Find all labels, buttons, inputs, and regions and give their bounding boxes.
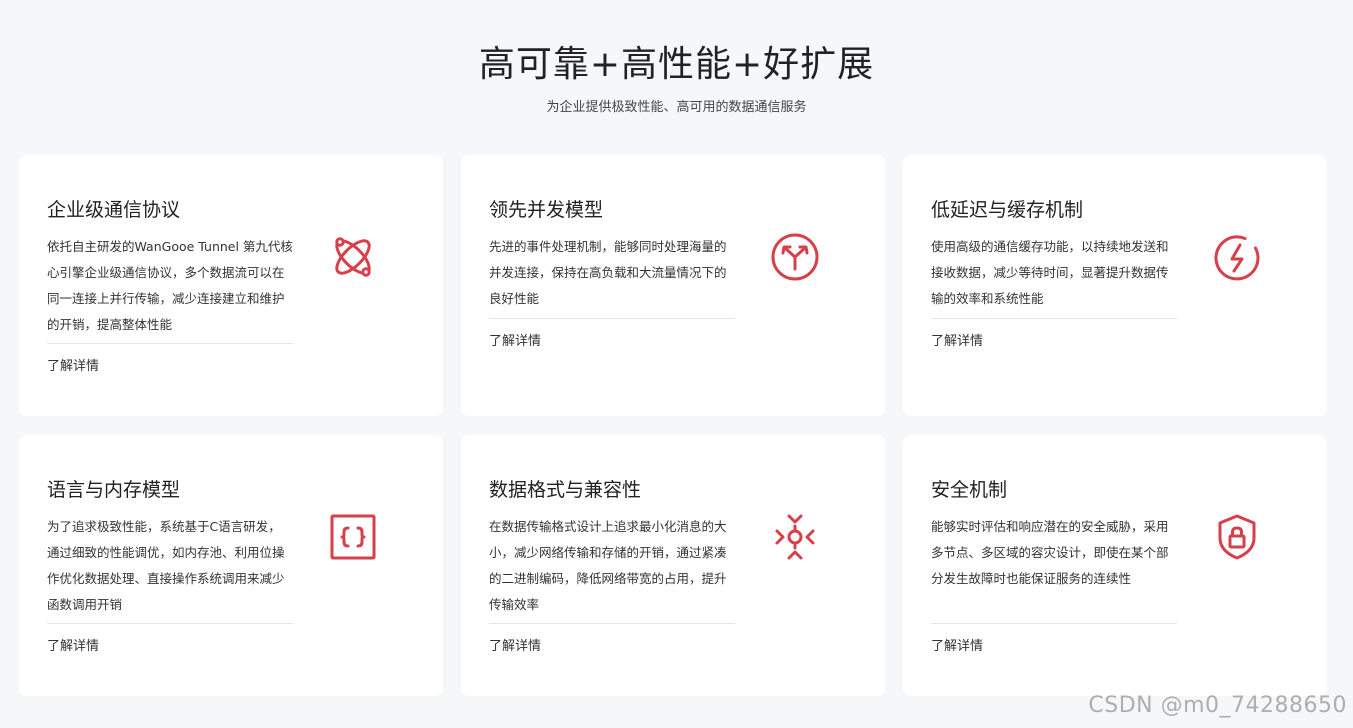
feature-card-protocol: 企业级通信协议 依托自主研发的WanGooe Tunnel 第九代核心引擎企业级…: [19, 155, 443, 416]
feature-card-concurrency: 领先并发模型 先进的事件处理机制，能够同时处理海量的并发连接，保持在高负载和大流…: [461, 155, 885, 416]
card-divider: [931, 318, 1177, 319]
csdn-watermark: CSDN @m0_74288650: [1088, 693, 1347, 718]
feature-card-language-memory: 语言与内存模型 为了追求极致性能，系统基于C语言研发，通过细致的性能调优，如内存…: [19, 435, 443, 696]
card-description: 使用高级的通信缓存功能，以持续地发送和接收数据，减少等待时间，显著提升数据传输的…: [931, 239, 1169, 306]
atom-icon: [327, 231, 379, 283]
learn-more-link[interactable]: 了解详情: [47, 357, 99, 377]
card-title: 低延迟与缓存机制: [931, 199, 1084, 221]
split-arrows-icon: [769, 231, 821, 283]
page-subtitle: 为企业提供极致性能、高可用的数据通信服务: [546, 100, 807, 115]
learn-more-link[interactable]: 了解详情: [489, 637, 541, 657]
card-description: 先进的事件处理机制，能够同时处理海量的并发连接，保持在高负载和大流量情况下的良好…: [489, 239, 727, 306]
lightning-icon: [1211, 231, 1263, 283]
shield-lock-icon: [1211, 511, 1263, 563]
card-description: 依托自主研发的WanGooe Tunnel 第九代核心引擎企业级通信协议，多个数…: [47, 239, 293, 332]
card-divider: [931, 623, 1177, 624]
card-title: 企业级通信协议: [47, 199, 181, 221]
card-title: 安全机制: [931, 479, 1008, 501]
feature-card-latency: 低延迟与缓存机制 使用高级的通信缓存功能，以持续地发送和接收数据，减少等待时间，…: [903, 155, 1327, 416]
card-title: 语言与内存模型: [47, 479, 181, 501]
card-divider: [489, 318, 735, 319]
card-divider: [47, 623, 293, 624]
code-braces-icon: [327, 511, 379, 563]
feature-card-security: 安全机制 能够实时评估和响应潜在的安全威胁，采用多节点、多区域的容灾设计，即使在…: [903, 435, 1327, 696]
feature-card-data-format: 数据格式与兼容性 在数据传输格式设计上追求最小化消息的大小，减少网络传输和存储的…: [461, 435, 885, 696]
learn-more-link[interactable]: 了解详情: [931, 332, 983, 352]
card-description: 在数据传输格式设计上追求最小化消息的大小，减少网络传输和存储的开销，通过紧凑的二…: [489, 519, 727, 612]
learn-more-link[interactable]: 了解详情: [489, 332, 541, 352]
card-divider: [47, 343, 293, 344]
card-description: 能够实时评估和响应潜在的安全威胁，采用多节点、多区域的容灾设计，即使在某个部分发…: [931, 519, 1169, 586]
card-title: 数据格式与兼容性: [489, 479, 642, 501]
card-description: 为了追求极致性能，系统基于C语言研发，通过细致的性能调优，如内存池、利用位操作优…: [47, 519, 285, 612]
page-title: 高可靠+高性能+好扩展: [478, 44, 875, 85]
card-divider: [489, 623, 735, 624]
compress-icon: [769, 511, 821, 563]
card-title: 领先并发模型: [489, 199, 604, 221]
learn-more-link[interactable]: 了解详情: [47, 637, 99, 657]
learn-more-link[interactable]: 了解详情: [931, 637, 983, 657]
